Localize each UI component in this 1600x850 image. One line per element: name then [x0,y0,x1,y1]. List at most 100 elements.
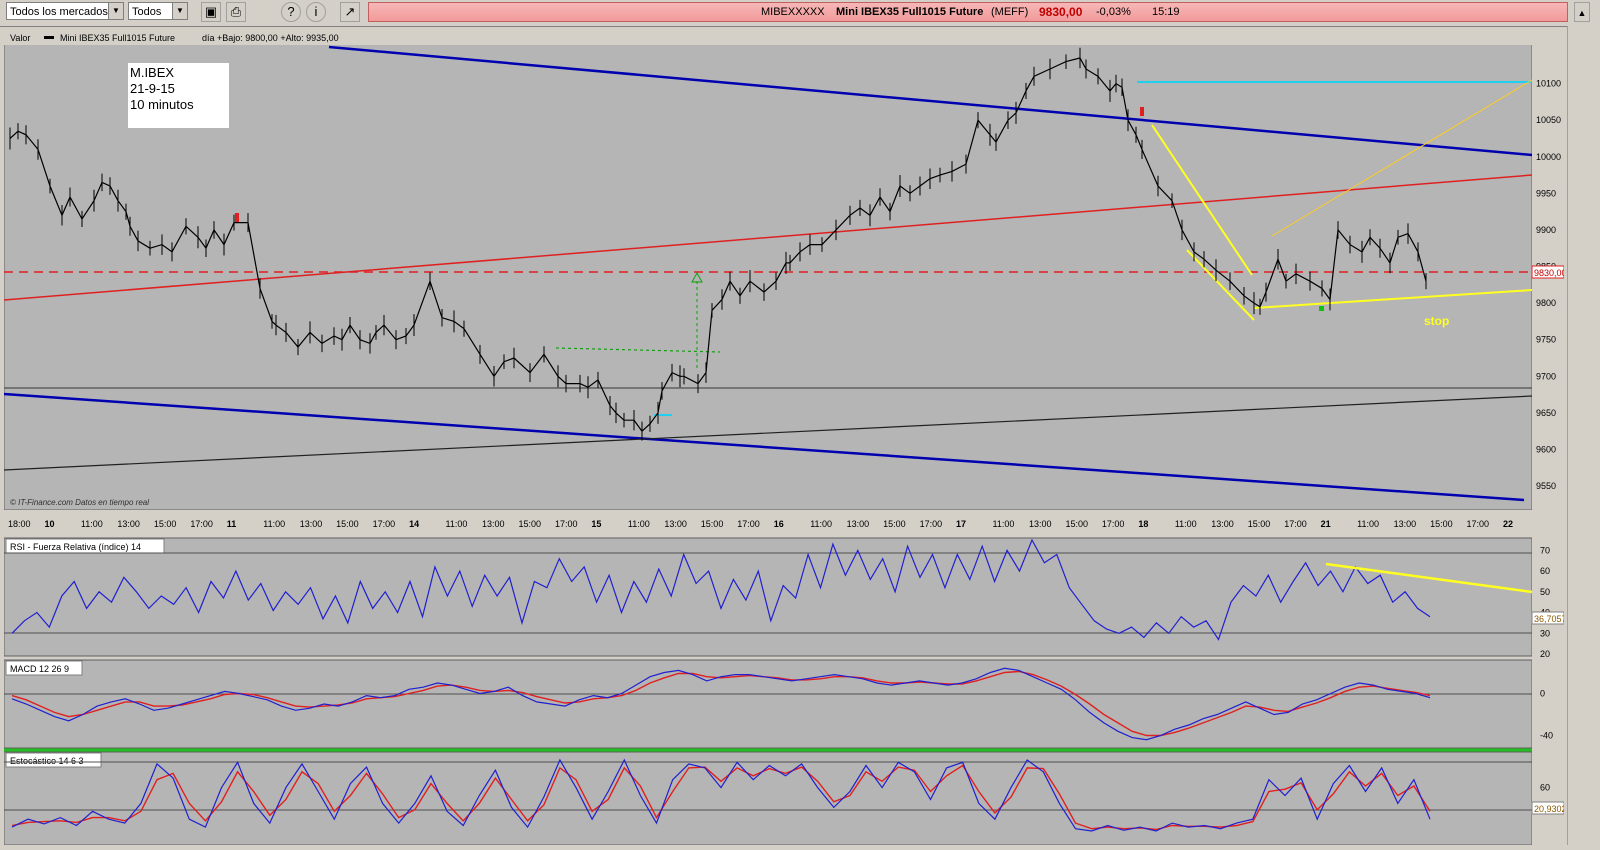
main-panel-bg [3,29,1533,511]
instrument-name: Mini IBEX35 Full1015 Future [836,6,984,18]
time-text: 15:19 [1152,6,1180,18]
price-tick-label: 10000 [1536,152,1561,162]
toolbar: Todos los mercados ▼ Todos ▼ ▣ ⎙ ? i ↗ M… [0,0,1600,27]
time-tick-label: 11:00 [1175,519,1197,529]
price-text: 9830,00 [1039,5,1083,19]
time-tick-label: 17 [956,519,966,529]
time-tick-label: 15:00 [883,519,906,529]
chart-svg: Valor Mini IBEX35 Full1015 Future día +B… [3,29,1567,846]
stoch-tick-label: 60 [1540,783,1550,793]
rsi-tick-label: 70 [1540,545,1550,555]
time-tick-label: 21 [1321,519,1331,529]
exchange-text: (MEFF) [991,6,1029,18]
macd-label: MACD 12 26 9 [10,664,69,674]
price-tick-label: 9650 [1536,408,1556,418]
print-icon: ⎙ [230,4,242,19]
rsi-tick-label: 20 [1540,649,1550,659]
time-tick-label: 13:00 [117,519,140,529]
instrument-titlebar: MIBEXXXXX Mini IBEX35 Full1015 Future (M… [368,2,1568,22]
time-tick-label: 17:00 [1467,519,1490,529]
info-button[interactable]: i [306,2,326,22]
time-tick-label: 15:00 [1430,519,1453,529]
time-tick-label: 15:00 [1065,519,1088,529]
time-tick-label: 11:00 [1357,519,1379,529]
chart-refresh-button[interactable]: ↗ [340,2,360,22]
time-tick-label: 11:00 [81,519,103,529]
window-scroll-up[interactable]: ▲ [1574,2,1590,22]
rsi-label: RSI - Fuerza Relativa (índice) 14 [10,542,141,552]
time-tick-label: 13:00 [482,519,505,529]
note-line-1: M.IBEX [130,65,174,80]
save-icon: ▣ [204,4,218,19]
note-line-3: 10 minutos [130,97,194,112]
time-tick-label: 15 [591,519,601,529]
time-tick-label: 14 [409,519,419,529]
time-tick-label: 11:00 [810,519,832,529]
window-scrollbar[interactable] [1567,26,1600,845]
market-select[interactable]: Todos los mercados ▼ [6,2,124,20]
price-tick-label: 9950 [1536,188,1556,198]
stoch-axis: 60 [1540,783,1550,793]
chart-area: Valor Mini IBEX35 Full1015 Future día +B… [3,29,1567,846]
stoch-label: Estocástico 14 6 3 [10,756,84,766]
rsi-tick-label: 50 [1540,587,1550,597]
macd-tick-label: -40 [1540,731,1553,741]
chevron-down-icon[interactable]: ▼ [108,3,123,19]
time-tick-label: 15:00 [518,519,541,529]
time-tick-label: 13:00 [664,519,687,529]
type-select-value: Todos [132,6,162,18]
legend-valor: Valor [10,33,30,43]
time-tick-label: 11:00 [263,519,285,529]
info-icon: i [314,4,318,19]
save-button[interactable]: ▣ [201,2,221,22]
note-line-2: 21-9-15 [130,81,175,96]
time-tick-label: 17:00 [1102,519,1125,529]
help-icon: ? [287,4,295,19]
red-signal-marker-2 [1140,107,1144,116]
macd-tick-label: 0 [1540,689,1545,699]
time-tick-label: 18:00 [8,519,31,529]
rsi-panel-bg [3,537,1533,657]
time-tick-label: 13:00 [300,519,323,529]
time-tick-label: 17:00 [190,519,213,529]
red-signal-marker-1 [235,213,239,222]
time-tick-label: 10 [44,519,54,529]
time-tick-label: 15:00 [336,519,359,529]
current-price-text: 9830,00 [1534,268,1564,278]
time-tick-label: 15:00 [1248,519,1271,529]
time-tick-label: 13:00 [1029,519,1052,529]
price-tick-label: 9750 [1536,335,1556,345]
stop-label: stop [1424,314,1449,328]
rsi-tick-label: 30 [1540,628,1550,638]
legend-swatch [44,36,54,39]
time-tick-label: 13:00 [847,519,870,529]
type-select[interactable]: Todos ▼ [128,2,188,20]
price-tick-label: 9900 [1536,225,1556,235]
time-tick-label: 22 [1503,519,1513,529]
stoch-value-text: 20,9302 [1534,804,1564,814]
time-tick-label: 11:00 [628,519,650,529]
watermark: © IT-Finance.com Datos en tiempo real [10,498,149,507]
time-tick-label: 17:00 [373,519,396,529]
price-tick-label: 9800 [1536,298,1556,308]
time-tick-label: 17:00 [1284,519,1307,529]
rsi-tick-label: 60 [1540,566,1550,576]
time-tick-label: 18 [1138,519,1148,529]
time-tick-label: 11 [227,519,237,529]
chevron-up-icon: ▲ [1577,8,1587,18]
time-tick-label: 11:00 [446,519,468,529]
rsi-value-text: 36,7057 [1534,614,1564,624]
help-button[interactable]: ? [281,2,301,22]
time-tick-label: 17:00 [737,519,760,529]
time-tick-label: 15:00 [701,519,724,529]
time-tick-label: 15:00 [154,519,177,529]
price-tick-label: 9700 [1536,371,1556,381]
chevron-down-icon[interactable]: ▼ [172,3,187,19]
time-tick-label: 13:00 [1211,519,1234,529]
time-tick-label: 13:00 [1394,519,1417,529]
print-button[interactable]: ⎙ [226,2,246,22]
time-tick-label: 16 [774,519,784,529]
price-tick-label: 9550 [1536,481,1556,491]
symbol-text: MIBEXXXXX [761,6,825,18]
price-tick-label: 10050 [1536,115,1561,125]
